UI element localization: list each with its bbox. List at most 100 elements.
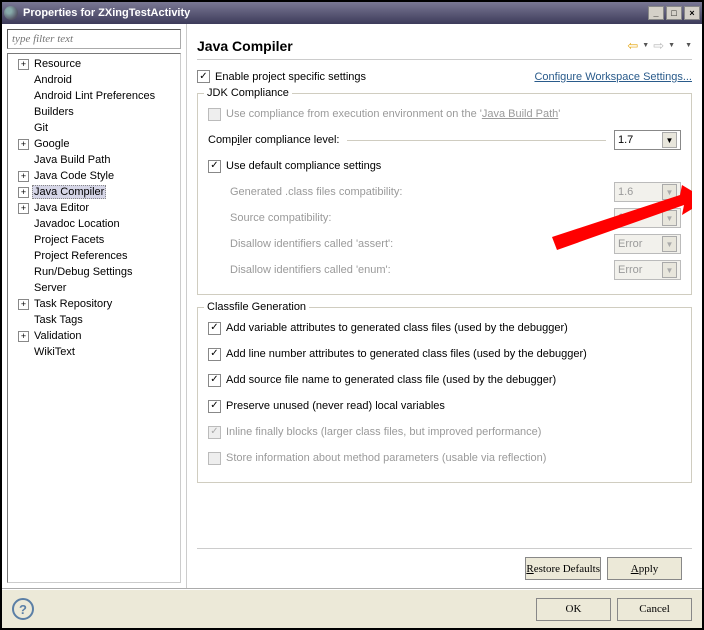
page-title: Java Compiler — [197, 38, 627, 54]
tree-item[interactable]: Run/Debug Settings — [10, 264, 178, 280]
nav-menu[interactable]: ▼ — [685, 42, 692, 49]
expand-icon[interactable]: + — [18, 331, 29, 342]
tree-item[interactable]: +Validation — [10, 328, 178, 344]
row-label: Generated .class files compatibility: — [208, 186, 614, 198]
tree-item[interactable]: Java Build Path — [10, 152, 178, 168]
tree-item[interactable]: +Java Compiler — [10, 184, 178, 200]
expand-icon[interactable]: + — [18, 203, 29, 214]
use-default-compliance-label: Use default compliance settings — [226, 160, 381, 172]
tree-item-label: Task Repository — [32, 298, 114, 310]
enable-project-settings-checkbox[interactable] — [197, 70, 210, 83]
option-label: Add variable attributes to generated cla… — [226, 322, 568, 334]
configure-workspace-link[interactable]: Configure Workspace Settings... — [534, 71, 692, 83]
dropdown-icon: ▼ — [662, 210, 677, 226]
tree-item-label: Resource — [32, 58, 83, 70]
tree-item[interactable]: Git — [10, 120, 178, 136]
tree-item-label: Server — [32, 282, 68, 294]
tree-item[interactable]: +Resource — [10, 56, 178, 72]
java-build-path-link[interactable]: Java Build Path — [482, 108, 558, 120]
jdk-group-title: JDK Compliance — [204, 87, 292, 99]
compliance-detail-row: Generated .class files compatibility:1.6… — [208, 182, 681, 202]
dropdown-icon: ▼ — [662, 236, 677, 252]
option-checkbox[interactable] — [208, 322, 221, 335]
classfile-option-row: Inline finally blocks (larger class file… — [208, 422, 681, 442]
compliance-detail-row: Disallow identifiers called 'assert':Err… — [208, 234, 681, 254]
ok-button[interactable]: OK — [536, 598, 611, 621]
disabled-select: 1.6▼ — [614, 208, 681, 228]
option-checkbox[interactable] — [208, 374, 221, 387]
row-label: Source compatibility: — [208, 212, 614, 224]
jdk-compliance-group: JDK Compliance Use compliance from execu… — [197, 93, 692, 295]
eclipse-icon — [4, 6, 18, 20]
option-label: Store information about method parameter… — [226, 452, 546, 464]
close-button[interactable]: × — [684, 6, 700, 20]
tree-item-label: Java Compiler — [32, 185, 106, 199]
classfile-option-row: Preserve unused (never read) local varia… — [208, 396, 681, 416]
apply-button[interactable]: Apply — [607, 557, 682, 580]
nav-back-menu[interactable]: ▼ — [642, 42, 649, 49]
use-default-compliance-checkbox[interactable] — [208, 160, 221, 173]
option-checkbox[interactable] — [208, 348, 221, 361]
classfile-generation-group: Classfile Generation Add variable attrib… — [197, 307, 692, 483]
main-panel: Java Compiler ⇦ ▼ ⇨ ▼ ▼ Enable project s… — [187, 24, 702, 588]
expand-icon[interactable]: + — [18, 139, 29, 150]
titlebar[interactable]: Properties for ZXingTestActivity _ □ × — [2, 2, 702, 24]
tree-item[interactable]: +Task Repository — [10, 296, 178, 312]
tree-item-label: Java Code Style — [32, 170, 116, 182]
tree-item[interactable]: Task Tags — [10, 312, 178, 328]
minimize-button[interactable]: _ — [648, 6, 664, 20]
properties-dialog: Properties for ZXingTestActivity _ □ × +… — [0, 0, 704, 630]
row-label: Disallow identifiers called 'assert': — [208, 238, 614, 250]
tree-item[interactable]: Builders — [10, 104, 178, 120]
option-label: Inline finally blocks (larger class file… — [226, 426, 541, 438]
tree-item[interactable]: Android — [10, 72, 178, 88]
compliance-level-select[interactable]: 1.7 ▼ — [614, 130, 681, 150]
dropdown-icon: ▼ — [662, 262, 677, 278]
tree-item[interactable]: WikiText — [10, 344, 178, 360]
nav-back-icon[interactable]: ⇦ — [627, 38, 638, 54]
expand-icon[interactable]: + — [18, 299, 29, 310]
use-exec-env-label: Use compliance from execution environmen… — [226, 108, 560, 120]
dropdown-icon[interactable]: ▼ — [662, 132, 677, 148]
restore-defaults-button[interactable]: Restore Defaults — [525, 557, 601, 580]
classfile-option-row: Add variable attributes to generated cla… — [208, 318, 681, 338]
classfile-option-row: Store information about method parameter… — [208, 448, 681, 468]
disabled-select: Error▼ — [614, 260, 681, 280]
tree-item-label: Builders — [32, 106, 76, 118]
expand-icon[interactable]: + — [18, 171, 29, 182]
maximize-button[interactable]: □ — [666, 6, 682, 20]
disabled-select: 1.6▼ — [614, 182, 681, 202]
dialog-footer: ? OK Cancel — [2, 588, 702, 628]
option-checkbox — [208, 426, 221, 439]
classfile-option-row: Add source file name to generated class … — [208, 370, 681, 390]
expand-icon[interactable]: + — [18, 187, 29, 198]
tree-item-label: Git — [32, 122, 50, 134]
tree-item-label: Javadoc Location — [32, 218, 122, 230]
tree-item[interactable]: Server — [10, 280, 178, 296]
tree-item[interactable]: Javadoc Location — [10, 216, 178, 232]
option-checkbox[interactable] — [208, 400, 221, 413]
sidebar: +ResourceAndroidAndroid Lint Preferences… — [2, 24, 187, 588]
tree-item-label: Project Facets — [32, 234, 106, 246]
filter-input[interactable] — [7, 29, 181, 49]
category-tree[interactable]: +ResourceAndroidAndroid Lint Preferences… — [7, 53, 181, 583]
cancel-button[interactable]: Cancel — [617, 598, 692, 621]
expand-icon[interactable]: + — [18, 59, 29, 70]
help-icon[interactable]: ? — [12, 598, 34, 620]
nav-forward-menu[interactable]: ▼ — [668, 42, 675, 49]
tree-item[interactable]: +Google — [10, 136, 178, 152]
window-title: Properties for ZXingTestActivity — [23, 7, 648, 19]
tree-item-label: Java Build Path — [32, 154, 112, 166]
tree-item[interactable]: Project Facets — [10, 232, 178, 248]
tree-item[interactable]: +Java Code Style — [10, 168, 178, 184]
tree-item-label: Validation — [32, 330, 84, 342]
tree-item-label: Google — [32, 138, 71, 150]
tree-item-label: Java Editor — [32, 202, 91, 214]
tree-item-label: Task Tags — [32, 314, 85, 326]
compliance-level-label: Compiler compliance level: — [208, 134, 339, 146]
disabled-select: Error▼ — [614, 234, 681, 254]
tree-item-label: Project References — [32, 250, 130, 262]
tree-item[interactable]: Project References — [10, 248, 178, 264]
tree-item[interactable]: +Java Editor — [10, 200, 178, 216]
tree-item[interactable]: Android Lint Preferences — [10, 88, 178, 104]
